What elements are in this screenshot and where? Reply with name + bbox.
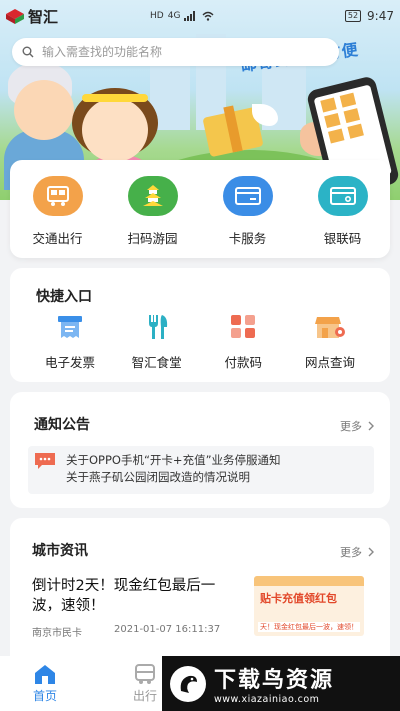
invoice-icon bbox=[53, 312, 87, 342]
chevron-right-icon bbox=[368, 547, 374, 557]
signal-icon bbox=[184, 11, 196, 21]
chevron-right-icon bbox=[368, 421, 374, 431]
service-transport[interactable]: 交通出行 bbox=[13, 176, 103, 247]
service-label: 扫码游园 bbox=[127, 231, 178, 246]
notice-list[interactable]: 关于OPPO手机“开卡+充值”业务停服通知 关于燕子矶公园闭园改造的情况说明 bbox=[28, 446, 374, 494]
quick-label: 付款码 bbox=[224, 355, 263, 370]
watermark-bird-icon bbox=[170, 665, 206, 702]
battery-indicator: 52 bbox=[344, 10, 362, 22]
search-icon bbox=[22, 46, 34, 58]
card-icon bbox=[222, 176, 273, 216]
quick-canteen[interactable]: 智汇食堂 bbox=[117, 312, 197, 371]
service-label: 交通出行 bbox=[32, 231, 83, 246]
network-indicators: HD 4G bbox=[150, 11, 214, 21]
network-type: 4G bbox=[167, 11, 181, 21]
quick-access-card: 快捷入口 电子发票 智汇食堂 付款码 网点查询 bbox=[10, 268, 390, 382]
more-label: 更多 bbox=[340, 420, 362, 433]
app-logo: 智汇 bbox=[6, 6, 58, 27]
thumbnail-subtitle: 天！现金红包最后一波，速领！ bbox=[258, 622, 360, 632]
nav-home-label: 首页 bbox=[32, 689, 57, 703]
home-icon bbox=[35, 665, 55, 684]
service-scan-park[interactable]: 扫码游园 bbox=[108, 176, 198, 247]
service-label: 银联码 bbox=[323, 231, 362, 246]
quick-access-title: 快捷入口 bbox=[36, 289, 92, 305]
hd-badge: HD bbox=[150, 11, 164, 21]
notice-title: 通知公告 bbox=[34, 417, 90, 433]
news-more-link[interactable]: 更多 bbox=[340, 544, 374, 560]
quick-pay-code[interactable]: 付款码 bbox=[203, 312, 283, 371]
watermark-title: 下载鸟资源 bbox=[214, 668, 335, 693]
quick-label: 电子发票 bbox=[44, 355, 95, 370]
news-date: 2021-01-07 16:11:37 bbox=[114, 624, 221, 635]
store-location-icon bbox=[313, 312, 347, 342]
nav-travel-label: 出行 bbox=[132, 689, 157, 703]
message-icon bbox=[35, 453, 55, 469]
wifi-icon bbox=[202, 11, 214, 21]
status-bar: 智汇 HD 4G 52 9:47 bbox=[0, 0, 400, 32]
service-card[interactable]: 卡服务 bbox=[203, 176, 293, 247]
quick-label: 网点查询 bbox=[304, 355, 355, 370]
banner-girl-headband bbox=[82, 94, 148, 102]
service-unionpay[interactable]: 银联码 bbox=[298, 176, 388, 247]
cutlery-icon bbox=[140, 312, 174, 342]
app-name: 智汇 bbox=[28, 7, 59, 26]
payment-code-icon bbox=[226, 312, 260, 342]
more-label: 更多 bbox=[340, 546, 362, 559]
news-headline[interactable]: 倒计时2天！现金红包最后一波，速领！ bbox=[32, 576, 232, 616]
search-input[interactable] bbox=[42, 45, 322, 59]
watermark-url: www.xiazainiao.com bbox=[214, 694, 320, 705]
app-logo-icon bbox=[6, 9, 24, 24]
quick-invoice[interactable]: 电子发票 bbox=[30, 312, 110, 371]
notice-item[interactable]: 关于OPPO手机“开卡+充值”业务停服通知 bbox=[66, 452, 281, 469]
search-bar[interactable] bbox=[12, 38, 339, 66]
news-source: 南京市民卡 bbox=[32, 628, 82, 639]
news-card: 城市资讯 更多 倒计时2天！现金红包最后一波，速领！ 南京市民卡 2021-01… bbox=[10, 518, 390, 678]
banner-girl-face bbox=[82, 98, 148, 162]
news-meta: 南京市民卡 2021-01-07 16:11:37 bbox=[32, 624, 220, 639]
notice-card: 通知公告 更多 关于OPPO手机“开卡+充值”业务停服通知 关于燕子矶公园闭园改… bbox=[10, 392, 390, 508]
watermark-banner: 下载鸟资源 www.xiazainiao.com bbox=[162, 656, 400, 711]
thumbnail-title: 贴卡充值领红包 bbox=[260, 592, 337, 605]
banner-granny-face bbox=[14, 80, 74, 140]
bus-icon bbox=[135, 664, 155, 684]
service-label: 卡服务 bbox=[228, 231, 267, 246]
news-thumbnail[interactable]: 贴卡充值领红包 天！现金红包最后一波，速领！ bbox=[254, 576, 364, 636]
pagoda-icon bbox=[127, 176, 178, 216]
clock: 9:47 bbox=[367, 9, 394, 23]
notice-more-link[interactable]: 更多 bbox=[340, 418, 374, 434]
news-title: 城市资讯 bbox=[32, 543, 88, 559]
nav-home[interactable]: 首页 bbox=[0, 656, 90, 711]
bus-card-icon bbox=[32, 176, 83, 216]
quick-label: 智汇食堂 bbox=[131, 355, 182, 370]
notice-item[interactable]: 关于燕子矶公园闭园改造的情况说明 bbox=[66, 469, 281, 486]
unionpay-card-icon bbox=[317, 176, 368, 216]
services-card: 交通出行 扫码游园 卡服务 银联码 bbox=[10, 160, 390, 258]
quick-branch-search[interactable]: 网点查询 bbox=[290, 312, 370, 371]
